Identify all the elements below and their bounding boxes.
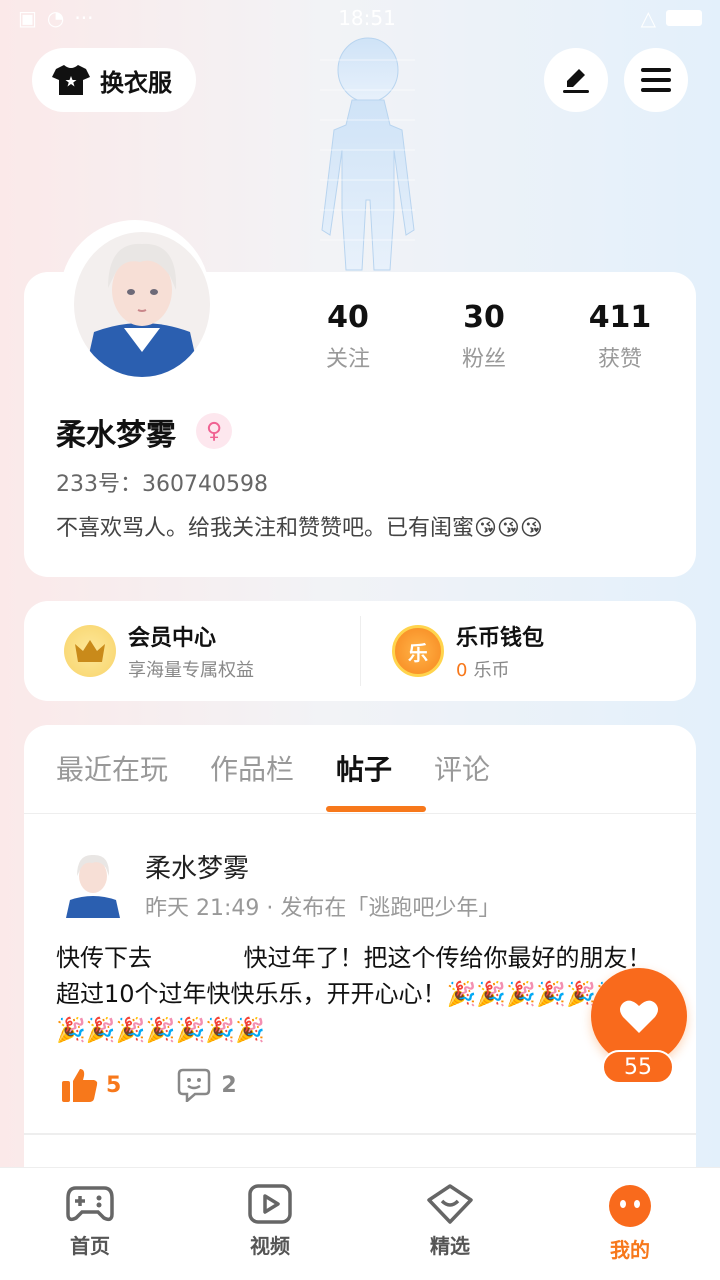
status-icons-right: △ bbox=[641, 6, 702, 30]
bottom-nav: 首页 视频 精选 我的 bbox=[0, 1167, 720, 1280]
heart-icon bbox=[620, 1000, 658, 1033]
stat-likes[interactable]: 411 获赞 bbox=[552, 300, 688, 373]
nav-label: 首页 bbox=[70, 1234, 110, 1258]
gamepad-icon bbox=[66, 1186, 114, 1222]
comment-count: 2 bbox=[221, 1072, 237, 1098]
more-dots-icon: ··· bbox=[74, 6, 94, 30]
play-icon bbox=[248, 1184, 292, 1224]
female-gender-icon: ♀ bbox=[196, 413, 232, 449]
wallet-balance: 0 乐币 bbox=[456, 656, 544, 682]
stat-label: 获赞 bbox=[597, 347, 642, 372]
nav-label: 我的 bbox=[610, 1238, 650, 1262]
post-author-avatar[interactable] bbox=[62, 848, 124, 918]
nav-me[interactable]: 我的 bbox=[540, 1168, 720, 1280]
fab-count-badge: 55 bbox=[602, 1050, 674, 1084]
nav-featured[interactable]: 精选 bbox=[360, 1168, 540, 1280]
post-author-name[interactable]: 柔水梦雾 bbox=[145, 848, 249, 885]
comment-icon[interactable] bbox=[177, 1068, 211, 1102]
tshirt-icon bbox=[52, 65, 90, 95]
wallet-amount: 0 bbox=[456, 660, 468, 681]
stat-value: 411 bbox=[588, 300, 652, 335]
stat-label: 关注 bbox=[325, 347, 370, 372]
wallet-title: 乐币钱包 bbox=[456, 626, 545, 651]
active-tab-indicator bbox=[326, 806, 426, 812]
tab-recently-played[interactable]: 最近在玩 bbox=[56, 748, 168, 788]
divider bbox=[24, 813, 696, 814]
face-icon bbox=[609, 1185, 651, 1227]
nav-home[interactable]: 首页 bbox=[0, 1168, 180, 1280]
divider bbox=[24, 1133, 696, 1135]
wallet-link[interactable]: 乐 乐币钱包 0 乐币 bbox=[360, 620, 696, 682]
status-time: 18:51 bbox=[338, 6, 396, 30]
menu-button[interactable] bbox=[624, 48, 688, 112]
user-bio: 不喜欢骂人。给我关注和赞赞吧。已有闺蜜😘😘😘 bbox=[56, 516, 543, 541]
post-meta: 昨天 21:49 · 发布在「逃跑吧少年」 bbox=[145, 896, 501, 921]
change-outfit-button[interactable]: 换衣服 bbox=[32, 48, 196, 112]
username: 柔水梦雾 bbox=[56, 418, 176, 453]
vip-subtitle: 享海量专属权益 bbox=[128, 660, 254, 681]
post-actions: 5 2 bbox=[62, 1068, 237, 1102]
crown-icon bbox=[64, 625, 116, 677]
thumbs-up-icon[interactable] bbox=[62, 1068, 98, 1102]
sim-icon: ▣ bbox=[18, 6, 37, 30]
divider bbox=[360, 616, 361, 686]
user-id[interactable]: 233号：360740598 bbox=[56, 466, 268, 498]
stat-followers[interactable]: 30 粉丝 bbox=[416, 300, 552, 373]
avatar-3d-figure[interactable] bbox=[290, 30, 440, 275]
tab-comments[interactable]: 评论 bbox=[434, 748, 490, 788]
tab-posts[interactable]: 帖子 bbox=[336, 748, 392, 788]
wallet-unit: 乐币 bbox=[473, 660, 510, 681]
avatar[interactable] bbox=[74, 232, 210, 377]
heart-badge-icon bbox=[427, 1184, 473, 1224]
post-content[interactable]: 快传下去 快过年了！把这个传给你最好的朋友！超过10个过年快快乐乐，开开心心！🎉… bbox=[56, 940, 666, 1048]
status-icons-left: ▣ ◔ ··· bbox=[18, 6, 93, 30]
hamburger-icon bbox=[641, 68, 671, 92]
vip-title: 会员中心 bbox=[128, 626, 217, 651]
battery-icon bbox=[666, 10, 702, 26]
profile-stats: 40 关注 30 粉丝 411 获赞 bbox=[280, 300, 690, 373]
nav-label: 精选 bbox=[430, 1234, 470, 1258]
alarm-icon: △ bbox=[640, 6, 656, 30]
profile-tabs: 最近在玩 作品栏 帖子 评论 bbox=[56, 748, 490, 788]
wifi-icon: ◔ bbox=[46, 6, 65, 30]
coin-icon: 乐 bbox=[392, 625, 444, 677]
vip-center-link[interactable]: 会员中心 享海量专属权益 bbox=[24, 620, 360, 682]
pencil-icon bbox=[563, 69, 589, 93]
stat-value: 30 bbox=[463, 300, 505, 335]
nav-video[interactable]: 视频 bbox=[180, 1168, 360, 1280]
like-count: 5 bbox=[106, 1072, 122, 1098]
edit-profile-button[interactable] bbox=[544, 48, 608, 112]
stat-label: 粉丝 bbox=[461, 347, 506, 372]
tab-works[interactable]: 作品栏 bbox=[210, 748, 294, 788]
nav-label: 视频 bbox=[250, 1234, 290, 1258]
change-outfit-label: 换衣服 bbox=[100, 68, 172, 97]
stat-following[interactable]: 40 关注 bbox=[280, 300, 416, 373]
stat-value: 40 bbox=[327, 300, 369, 335]
